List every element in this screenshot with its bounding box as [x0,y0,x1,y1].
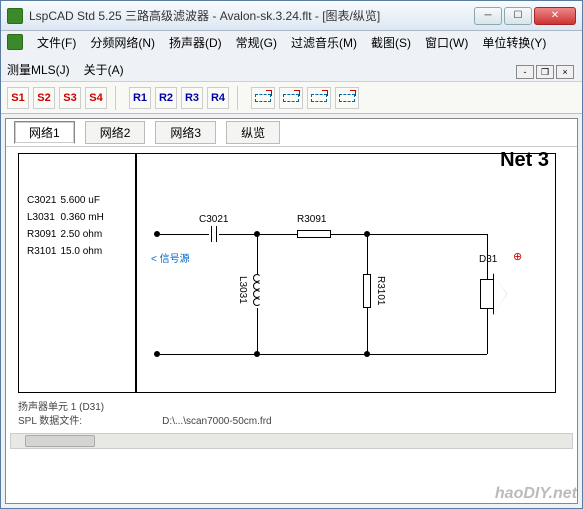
toolbar-s1[interactable]: S1 [7,87,29,109]
menu-crossover[interactable]: 分频网络(N) [90,34,155,51]
close-button[interactable]: ✕ [534,7,576,25]
menu-capture[interactable]: 截图(S) [371,34,411,51]
toolbar-r3[interactable]: R3 [181,87,203,109]
app-menu-icon[interactable] [7,34,23,50]
source-label: < 信号源 [151,250,190,265]
schematic-sheet: C30215.600 uF L30310.360 mH R30912.50 oh… [18,153,556,393]
speaker-d31 [480,279,494,309]
list-item: R310115.0 ohm [27,243,108,260]
menu-speaker[interactable]: 扬声器(D) [169,34,222,51]
component-list: C30215.600 uF L30310.360 mH R30912.50 oh… [19,154,137,392]
mdi-restore-button[interactable]: ❐ [536,65,554,79]
plus-icon: ⊕ [513,250,522,263]
menu-mls[interactable]: 测量MLS(J) [7,61,70,78]
menubar: 文件(F) 分频网络(N) 扬声器(D) 常规(G) 过滤音乐(M) 截图(S)… [1,31,582,82]
horizontal-scrollbar[interactable] [10,433,573,449]
toolbar-graph-3[interactable] [307,87,331,109]
resistor-r3101 [363,274,371,308]
menu-unit[interactable]: 单位转换(Y) [482,34,546,51]
toolbar-s2[interactable]: S2 [33,87,55,109]
scrollbar-thumb[interactable] [25,435,95,447]
tab-overview[interactable]: 纵览 [226,121,280,144]
menu-file[interactable]: 文件(F) [37,34,76,51]
window-title: LspCAD Std 5.25 三路高级滤波器 - Avalon-sk.3.24… [29,7,474,24]
capacitor-c3021 [209,226,219,242]
network-tabs: 网络1 网络2 网络3 纵览 [6,119,577,147]
menu-filter[interactable]: 过滤音乐(M) [291,34,357,51]
toolbar-s4[interactable]: S4 [85,87,107,109]
schematic-canvas[interactable]: Net 3 C30215.600 uF L30310.360 mH R30912… [6,147,577,503]
maximize-button[interactable]: ☐ [504,7,532,25]
toolbar-r1[interactable]: R1 [129,87,151,109]
menu-general[interactable]: 常规(G) [236,34,277,51]
toolbar-graph-1[interactable] [251,87,275,109]
list-item: L30310.360 mH [27,209,108,226]
tab-net3[interactable]: 网络3 [155,121,216,144]
resistor-r3091 [297,230,331,238]
child-window: 网络1 网络2 网络3 纵览 Net 3 C30215.600 uF L3031… [5,118,578,504]
menu-about[interactable]: 关于(A) [84,61,124,78]
mdi-minimize-button[interactable]: - [516,65,534,79]
toolbar-r4[interactable]: R4 [207,87,229,109]
toolbar-graph-4[interactable] [335,87,359,109]
list-item: R30912.50 ohm [27,226,108,243]
app-window: LspCAD Std 5.25 三路高级滤波器 - Avalon-sk.3.24… [0,0,583,509]
tab-net1[interactable]: 网络1 [14,121,75,144]
menu-window[interactable]: 窗口(W) [425,34,468,51]
inductor-l3031 [253,274,261,308]
tab-net2[interactable]: 网络2 [85,121,146,144]
toolbar-s3[interactable]: S3 [59,87,81,109]
circuit-diagram: < 信号源 C3021 R3091 L3031 R3101 D31 ⊕ [137,154,555,392]
minimize-button[interactable]: ─ [474,7,502,25]
toolbar: S1 S2 S3 S4 R1 R2 R3 R4 [1,82,582,114]
mdi-close-button[interactable]: × [556,65,574,79]
info-panel: 扬声器单元 1 (D31) SPL 数据文件:D:\...\scan7000-5… [18,401,556,429]
list-item: C30215.600 uF [27,192,108,209]
titlebar[interactable]: LspCAD Std 5.25 三路高级滤波器 - Avalon-sk.3.24… [1,1,582,31]
toolbar-graph-2[interactable] [279,87,303,109]
app-icon [7,8,23,24]
toolbar-r2[interactable]: R2 [155,87,177,109]
